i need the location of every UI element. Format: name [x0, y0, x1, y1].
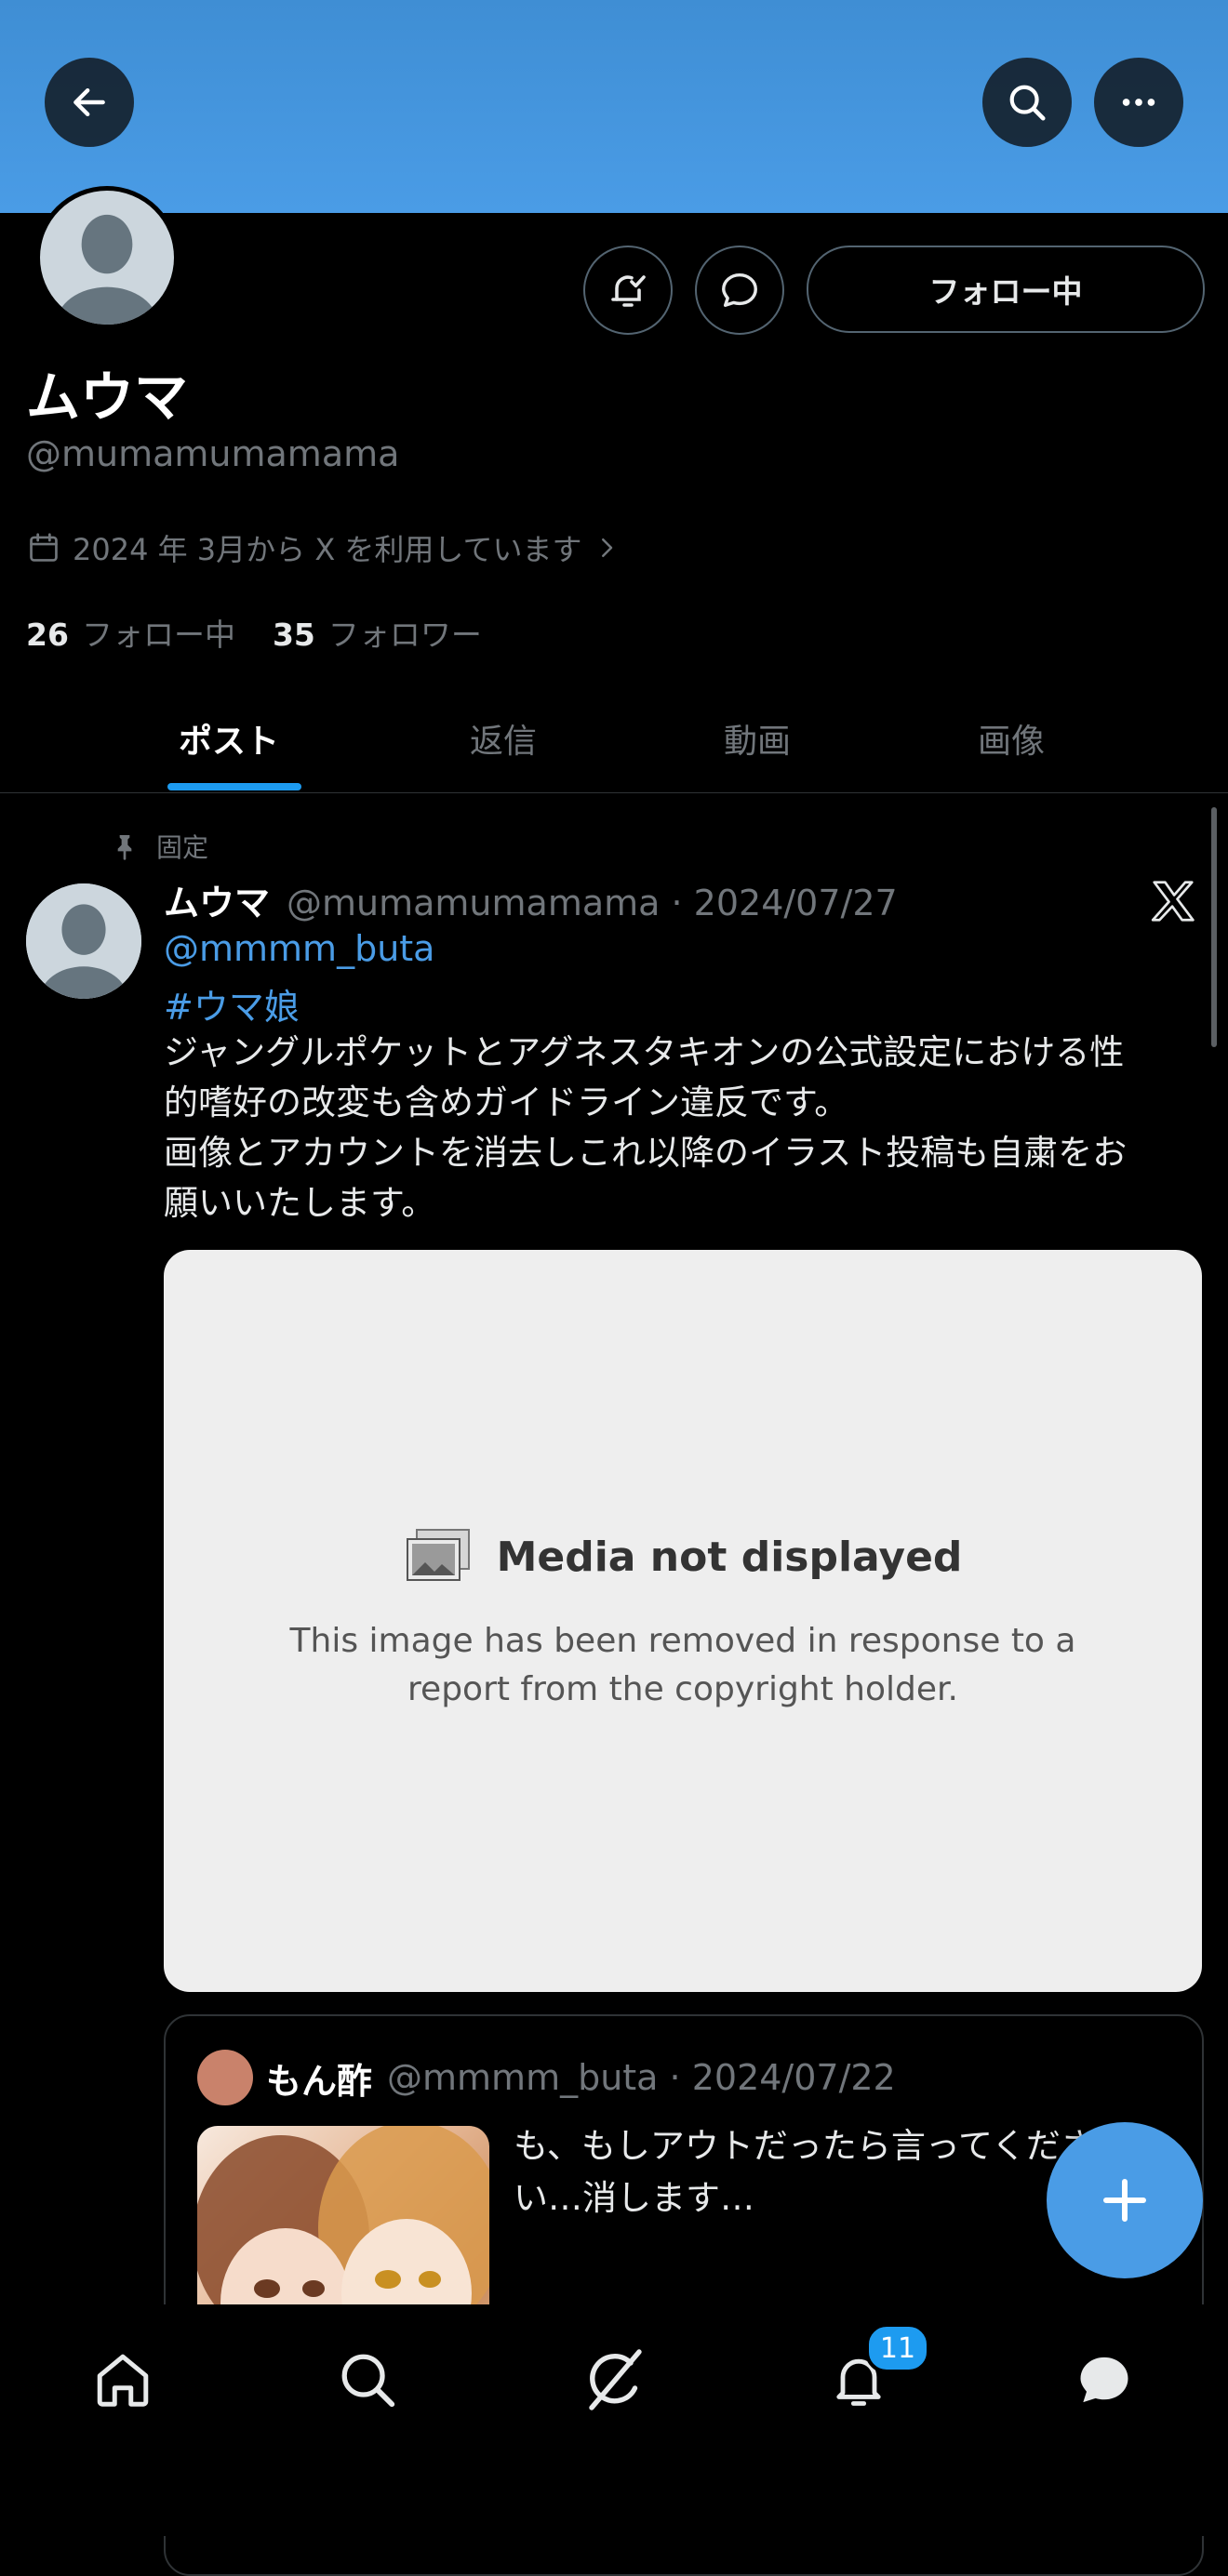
followers-stat[interactable]: 35 フォロワー	[273, 610, 482, 655]
post-author-handle-date: @mumamumamama · 2024/07/27	[287, 883, 898, 923]
profile-tabs: ポスト 返信 動画 画像	[0, 688, 1228, 793]
followers-count: 35	[272, 617, 315, 653]
joined-text: 2024 年 3月から X を利用しています	[73, 532, 582, 567]
tab-videos[interactable]: 動画	[724, 714, 791, 763]
post-hashtag-link[interactable]: #ウマ娘	[164, 978, 300, 1029]
post-mention-link[interactable]: @mmmm_buta	[164, 928, 434, 969]
tab-posts[interactable]: ポスト	[179, 714, 279, 763]
profile-avatar[interactable]	[35, 186, 179, 329]
search-icon	[341, 2354, 395, 2408]
nav-home[interactable]	[81, 2338, 165, 2422]
nav-grok[interactable]	[572, 2338, 656, 2422]
followers-label: フォロワー	[327, 617, 482, 653]
post-text-line: 願いいたします。	[164, 1183, 436, 1223]
notifications-badge: 11	[865, 2323, 930, 2373]
image-stack-icon	[406, 1529, 470, 1581]
more-dots-icon	[1122, 99, 1155, 106]
quote-author-name: もん酢	[266, 2060, 373, 2102]
media-title: Media not displayed	[496, 1533, 963, 1581]
chevron-right-icon	[602, 538, 613, 557]
quote-text: も、もしアウトだったら言ってください…消します…	[514, 2126, 1095, 2218]
tab-images[interactable]: 画像	[978, 714, 1045, 763]
bottom-navigation: 11	[0, 2304, 1228, 2536]
post-author-name: ムウマ	[164, 883, 271, 923]
arrow-left-icon	[73, 87, 105, 117]
notify-button[interactable]	[583, 246, 673, 335]
post-text-line: ジャングルポケットとアグネスタキオンの公式設定における性	[164, 1032, 1125, 1072]
back-button[interactable]	[45, 58, 134, 147]
calendar-icon	[30, 533, 58, 562]
grok-icon	[589, 2349, 642, 2410]
x-logo-icon[interactable]	[1148, 876, 1198, 930]
home-icon	[97, 2354, 149, 2407]
default-avatar-icon	[40, 191, 174, 325]
more-button[interactable]	[1094, 58, 1183, 147]
profile-name: ムウマ	[26, 365, 189, 429]
pin-icon	[117, 835, 132, 860]
message-bubble-icon	[1080, 2357, 1128, 2403]
scrollbar[interactable]	[1211, 807, 1217, 1047]
following-label: フォロー中	[81, 617, 235, 653]
joined-date-row[interactable]: 2024 年 3月から X を利用しています	[26, 526, 621, 569]
active-tab-indicator	[167, 783, 301, 790]
quote-header: もん酢 @mmmm_buta · 2024/07/22	[197, 2050, 896, 2105]
message-button[interactable]	[695, 246, 784, 335]
nav-search[interactable]	[326, 2338, 409, 2422]
post-author-avatar[interactable]	[26, 883, 141, 999]
tab-replies[interactable]: 返信	[470, 714, 537, 763]
following-stat[interactable]: 26 フォロー中	[26, 610, 235, 655]
media-message: This image has been removed in response …	[289, 1622, 1076, 1708]
media-title-row: Media not displayed	[404, 1528, 963, 1586]
message-bubble-icon	[722, 272, 757, 308]
post-text: ジャングルポケットとアグネスタキオンの公式設定における性 的嗜好の改変も含めガイ…	[164, 1028, 1196, 1228]
quote-author-avatar	[197, 2050, 253, 2105]
pinned-indicator: 固定	[110, 828, 208, 865]
bell-check-icon	[611, 275, 646, 307]
post-header[interactable]: ムウマ @mumamumamama · 2024/07/27	[164, 874, 898, 925]
post-text-line: 画像とアカウントを消去しこれ以降のイラスト投稿も自粛をお	[164, 1133, 1128, 1173]
follow-stats: 26 フォロー中 35 フォロワー	[26, 610, 482, 655]
post-text-line: 的嗜好の改変も含めガイドライン違反です。	[164, 1082, 849, 1122]
pinned-label: 固定	[156, 832, 209, 863]
media-removed-placeholder[interactable]: Media not displayed This image has been …	[164, 1250, 1202, 1992]
following-button[interactable]: フォロー中	[807, 246, 1205, 333]
plus-icon	[1103, 2179, 1146, 2222]
default-avatar-icon	[26, 883, 141, 999]
following-count: 26	[26, 617, 69, 653]
search-button[interactable]	[982, 58, 1072, 147]
profile-handle: @mumamumamama	[26, 433, 400, 474]
quote-author-handle-date: @mmmm_buta · 2024/07/22	[387, 2057, 896, 2098]
compose-button[interactable]	[1047, 2122, 1203, 2278]
search-icon	[1009, 85, 1046, 121]
nav-messages[interactable]	[1062, 2338, 1146, 2422]
